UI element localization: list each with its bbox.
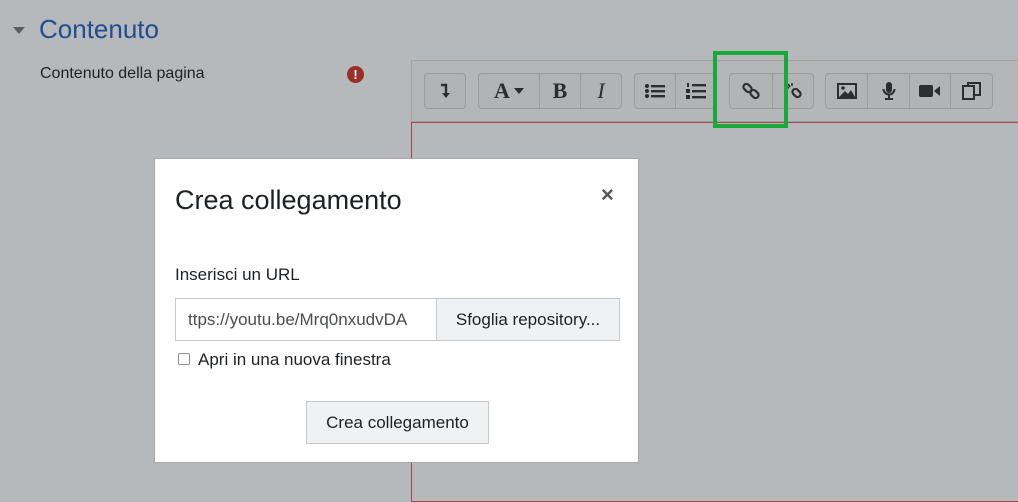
record-audio-icon bbox=[882, 82, 895, 100]
show-more-button[interactable] bbox=[425, 74, 465, 108]
record-video-icon bbox=[919, 85, 940, 97]
toolbar-group-style: A B I bbox=[478, 73, 622, 109]
italic-button[interactable]: I bbox=[581, 74, 621, 108]
dialog-title: Crea collegamento bbox=[175, 185, 402, 215]
media-manager-icon bbox=[961, 82, 981, 100]
section-title: Contenuto bbox=[39, 13, 159, 44]
toolbar-group-media bbox=[825, 73, 993, 109]
record-audio-button[interactable] bbox=[868, 74, 910, 108]
unordered-list-icon bbox=[645, 84, 665, 98]
create-link-dialog: Crea collegamento × Inserisci un URL ttp… bbox=[154, 158, 639, 463]
bold-icon: B bbox=[552, 78, 568, 103]
collapse-caret-icon[interactable] bbox=[13, 26, 25, 34]
new-window-checkbox[interactable] bbox=[178, 353, 190, 365]
url-label: Inserisci un URL bbox=[175, 265, 300, 284]
close-icon[interactable]: × bbox=[601, 182, 614, 208]
toolbar-group-lists bbox=[634, 73, 716, 109]
font-style-button[interactable]: A bbox=[479, 74, 540, 108]
media-manager-button[interactable] bbox=[951, 74, 992, 108]
link-button-highlight bbox=[713, 51, 788, 128]
new-window-label: Apri in una nuova finestra bbox=[198, 350, 391, 369]
chevron-down-icon bbox=[513, 88, 524, 94]
required-icon: ! bbox=[347, 66, 364, 83]
font-style-icon: A bbox=[494, 78, 510, 103]
record-video-button[interactable] bbox=[910, 74, 951, 108]
image-icon bbox=[836, 83, 857, 99]
browse-repository-button[interactable]: Sfoglia repository... bbox=[436, 298, 620, 341]
bold-button[interactable]: B bbox=[540, 74, 581, 108]
toolbar-group-collapse bbox=[424, 73, 466, 109]
url-input[interactable]: ttps://youtu.be/Mrq0nxudvDA bbox=[175, 298, 437, 341]
field-label: Contenuto della pagina bbox=[40, 65, 205, 82]
ordered-list-icon bbox=[685, 83, 706, 99]
section-header[interactable]: Contenuto bbox=[13, 12, 159, 46]
italic-icon: I bbox=[597, 78, 605, 103]
show-more-icon bbox=[441, 83, 450, 98]
image-button[interactable] bbox=[826, 74, 868, 108]
unordered-list-button[interactable] bbox=[635, 74, 676, 108]
ordered-list-button[interactable] bbox=[676, 74, 715, 108]
create-link-button[interactable]: Crea collegamento bbox=[306, 401, 489, 444]
